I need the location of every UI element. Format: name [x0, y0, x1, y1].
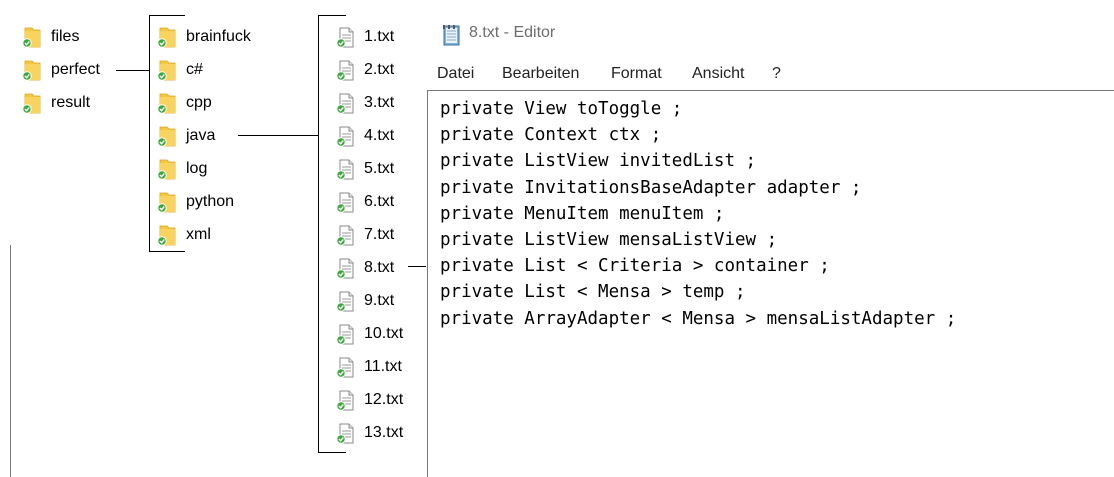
java-bracket-top — [318, 15, 346, 16]
folder-icon — [156, 191, 178, 213]
java-bracket — [318, 15, 319, 452]
code-line: private ListView invitedList ; — [440, 151, 757, 172]
text-file-icon — [334, 389, 356, 411]
item-label: c# — [186, 61, 203, 78]
item-label: 13.txt — [364, 424, 404, 441]
menu-ansicht[interactable]: Ansicht — [692, 65, 744, 83]
item-label: 2.txt — [364, 61, 395, 78]
code-line: private List < Mensa > temp ; — [440, 282, 746, 303]
item-label: perfect — [51, 61, 100, 78]
file-item[interactable]: 10.txt — [334, 322, 403, 346]
file-item[interactable]: 7.txt — [334, 223, 394, 247]
menu-bearbeiten[interactable]: Bearbeiten — [502, 65, 579, 83]
file-item[interactable]: 8.txt — [334, 256, 394, 280]
code-line: private ArrayAdapter < Mensa > mensaList… — [440, 308, 957, 329]
text-file-icon — [334, 323, 356, 345]
file-item[interactable]: 1.txt — [334, 25, 394, 49]
window-title: 8.txt - Editor — [469, 24, 556, 41]
item-label: 5.txt — [364, 160, 395, 177]
file-item[interactable]: 2.txt — [334, 58, 394, 82]
folder-item[interactable]: c# — [156, 58, 203, 82]
item-label: xml — [186, 226, 211, 243]
folder-item-files[interactable]: files — [21, 25, 79, 49]
title-bar: 8.txt - Editor — [427, 0, 1114, 60]
perfect-bracket — [149, 15, 150, 251]
folder-icon — [156, 224, 178, 246]
item-label: java — [186, 127, 216, 144]
menu-format[interactable]: Format — [611, 65, 662, 83]
code-line: private Context ctx ; — [440, 125, 662, 146]
folder-item[interactable]: xml — [156, 223, 211, 247]
menu-bar: Datei Bearbeiten Format Ansicht ? — [427, 60, 1114, 90]
explorer-left-edge — [10, 245, 11, 477]
item-label: 12.txt — [364, 391, 404, 408]
code-line: private View toToggle ; — [440, 99, 683, 119]
item-label: log — [186, 160, 208, 177]
text-file-icon — [334, 26, 356, 48]
file-item[interactable]: 4.txt — [334, 124, 394, 148]
connector-java — [238, 135, 318, 136]
folder-item[interactable]: java — [156, 124, 215, 148]
text-file-icon — [334, 92, 356, 114]
text-file-icon — [334, 224, 356, 246]
text-file-icon — [334, 59, 356, 81]
item-label: brainfuck — [186, 28, 251, 45]
item-label: 7.txt — [364, 226, 395, 243]
file-item[interactable]: 9.txt — [334, 289, 394, 313]
notepad-window: 8.txt - Editor Datei Bearbeiten Format A… — [427, 0, 1114, 477]
folder-icon — [156, 26, 178, 48]
file-item[interactable]: 12.txt — [334, 388, 403, 412]
text-file-icon — [334, 356, 356, 378]
folder-item[interactable]: cpp — [156, 91, 212, 115]
connector-perfect — [116, 70, 149, 71]
code-line: private ListView mensaListView ; — [440, 230, 778, 250]
text-file-icon — [334, 422, 356, 444]
folder-icon — [156, 59, 178, 81]
item-label: 6.txt — [364, 193, 395, 210]
text-file-icon — [334, 158, 356, 180]
folder-item[interactable]: python — [156, 190, 234, 214]
item-label: 9.txt — [364, 292, 395, 309]
item-label: python — [186, 193, 235, 210]
item-label: 1.txt — [364, 28, 395, 45]
text-file-icon — [334, 125, 356, 147]
perfect-bracket-top — [149, 15, 185, 16]
item-label: 10.txt — [364, 325, 404, 342]
folder-item[interactable]: brainfuck — [156, 25, 251, 49]
item-label: 4.txt — [364, 127, 395, 144]
code-line: private MenuItem menuItem ; — [440, 203, 725, 224]
file-item[interactable]: 13.txt — [334, 421, 403, 445]
notepad-icon — [440, 23, 464, 47]
perfect-bracket-bottom — [149, 251, 185, 252]
item-label: 8.txt — [364, 259, 395, 276]
folder-icon — [21, 26, 43, 48]
folder-icon — [156, 125, 178, 147]
folder-icon — [156, 158, 178, 180]
menu-help[interactable]: ? — [772, 65, 781, 83]
item-label: cpp — [186, 94, 212, 111]
file-item[interactable]: 6.txt — [334, 190, 394, 214]
item-label: files — [51, 28, 80, 45]
item-label: result — [51, 94, 91, 111]
java-bracket-bottom — [318, 452, 346, 453]
file-item[interactable]: 5.txt — [334, 157, 394, 181]
file-item[interactable]: 3.txt — [334, 91, 394, 115]
folder-item[interactable]: log — [156, 157, 207, 181]
item-label: 3.txt — [364, 94, 395, 111]
code-line: private List < Criteria > container ; — [440, 256, 830, 277]
menu-datei[interactable]: Datei — [437, 65, 474, 83]
folder-icon — [21, 59, 43, 81]
text-file-icon — [334, 191, 356, 213]
connector-8txt — [408, 266, 426, 267]
text-file-icon — [334, 257, 356, 279]
code-line: private InvitationsBaseAdapter adapter ; — [440, 177, 862, 198]
folder-item-result[interactable]: result — [21, 91, 90, 115]
folder-icon — [21, 92, 43, 114]
text-area[interactable]: private View toToggle ; private Context c… — [427, 90, 1114, 477]
file-item[interactable]: 11.txt — [334, 355, 402, 379]
folder-icon — [156, 92, 178, 114]
folder-item-perfect[interactable]: perfect — [21, 58, 100, 82]
item-label: 11.txt — [364, 358, 402, 375]
text-file-icon — [334, 290, 356, 312]
